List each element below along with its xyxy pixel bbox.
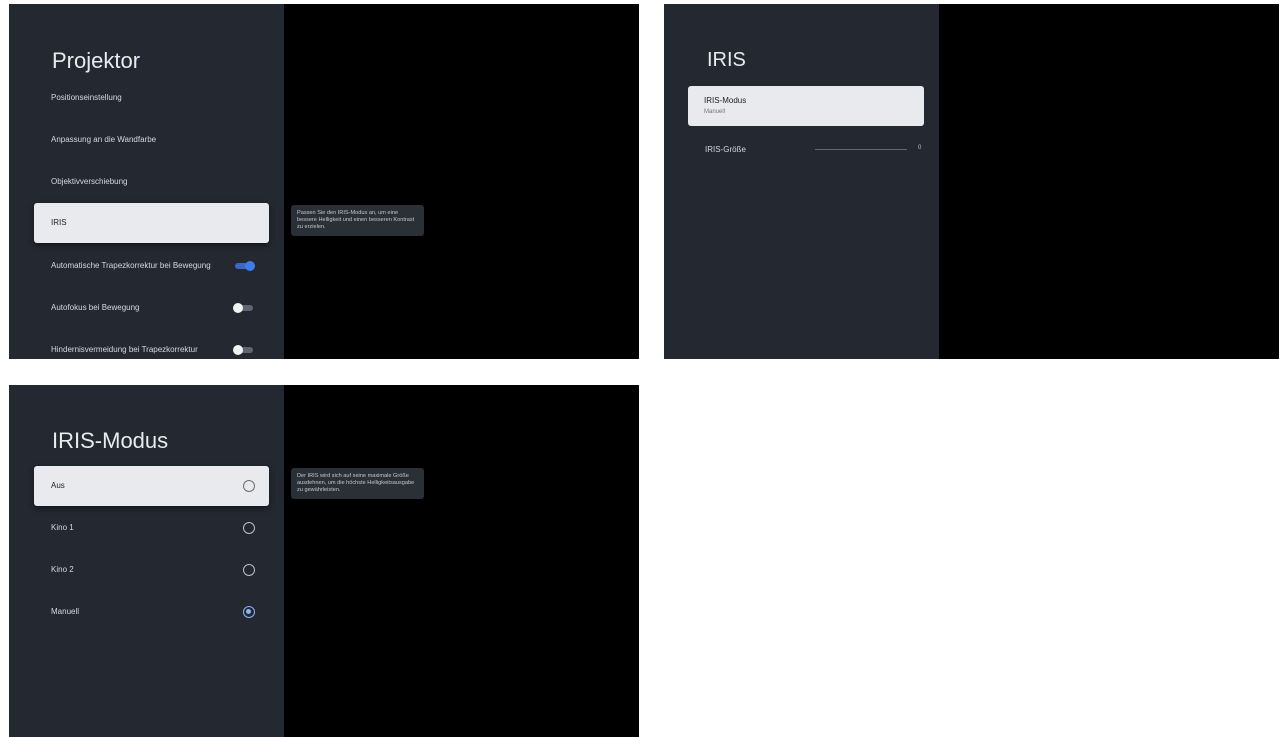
- menu-item-label: Hindernisvermeidung bei Trapezkorrektur: [51, 345, 198, 354]
- iris-size-value: 0: [918, 145, 922, 151]
- iris-size-slider[interactable]: [815, 149, 907, 150]
- obstacle-avoidance-toggle[interactable]: [233, 344, 255, 356]
- menu-item-label: Anpassung an die Wandfarbe: [51, 135, 157, 144]
- menu-item-obstacle-avoidance[interactable]: Hindernisvermeidung bei Trapezkorrektur: [34, 330, 269, 359]
- menu-item-wandfarbe[interactable]: Anpassung an die Wandfarbe: [34, 120, 269, 160]
- menu-item-iris[interactable]: IRIS: [34, 203, 269, 243]
- menu-item-label: IRIS: [51, 218, 67, 227]
- radio-icon[interactable]: [243, 522, 255, 534]
- radio-icon[interactable]: [243, 564, 255, 576]
- iris-size-label: IRIS-Größe: [705, 144, 746, 154]
- option-aus[interactable]: Aus: [34, 466, 269, 506]
- iris-mode-value: Manuell: [704, 109, 726, 115]
- menu-item-label: Autofokus bei Bewegung: [51, 303, 140, 312]
- radio-icon[interactable]: [243, 480, 255, 492]
- menu-item-positionseinstellung[interactable]: Positionseinstellung: [34, 78, 269, 118]
- page-title: Projektor: [52, 48, 141, 73]
- menu-item-auto-keystone[interactable]: Automatische Trapezkorrektur bei Bewegun…: [34, 246, 269, 286]
- option-label: Kino 1: [51, 523, 74, 532]
- iris-settings-screen: IRIS IRIS-Modus Manuell IRIS-Größe 0: [664, 4, 1279, 359]
- menu-item-autofocus[interactable]: Autofokus bei Bewegung: [34, 288, 269, 328]
- settings-panel: IRIS IRIS-Modus Manuell IRIS-Größe 0: [664, 4, 939, 359]
- projector-settings-screen: Projektor Positionseinstellung Anpassung…: [9, 4, 639, 359]
- option-label: Kino 2: [51, 565, 74, 574]
- iris-mode-screen: IRIS-Modus Aus Kino 1 Kino 2 Manuell Der…: [9, 385, 639, 737]
- iris-size-item[interactable]: IRIS-Größe 0: [688, 142, 924, 156]
- menu-item-label: Positionseinstellung: [51, 93, 122, 102]
- option-label: Manuell: [51, 607, 80, 616]
- option-kino-1[interactable]: Kino 1: [34, 508, 269, 548]
- settings-panel: IRIS-Modus Aus Kino 1 Kino 2 Manuell: [9, 385, 284, 737]
- iris-mode-item[interactable]: IRIS-Modus Manuell: [688, 86, 924, 126]
- auto-keystone-toggle[interactable]: [233, 260, 255, 272]
- mode-description-tooltip: Der IRIS wird sich auf seine maximale Gr…: [291, 468, 424, 499]
- autofocus-toggle[interactable]: [233, 302, 255, 314]
- option-kino-2[interactable]: Kino 2: [34, 550, 269, 590]
- option-manuell[interactable]: Manuell: [34, 592, 269, 632]
- option-label: Aus: [51, 481, 65, 490]
- page-title: IRIS: [707, 49, 746, 71]
- iris-mode-label: IRIS-Modus: [704, 96, 747, 105]
- settings-panel: Projektor Positionseinstellung Anpassung…: [9, 4, 284, 359]
- radio-selected-icon[interactable]: [243, 606, 255, 618]
- menu-item-objektivverschiebung[interactable]: Objektivverschiebung: [34, 162, 269, 202]
- menu-item-label: Automatische Trapezkorrektur bei Bewegun…: [51, 261, 211, 270]
- page-title: IRIS-Modus: [52, 428, 169, 453]
- iris-description-tooltip: Passen Sie den IRIS-Modus an, um eine be…: [291, 205, 424, 236]
- menu-item-label: Objektivverschiebung: [51, 177, 128, 186]
